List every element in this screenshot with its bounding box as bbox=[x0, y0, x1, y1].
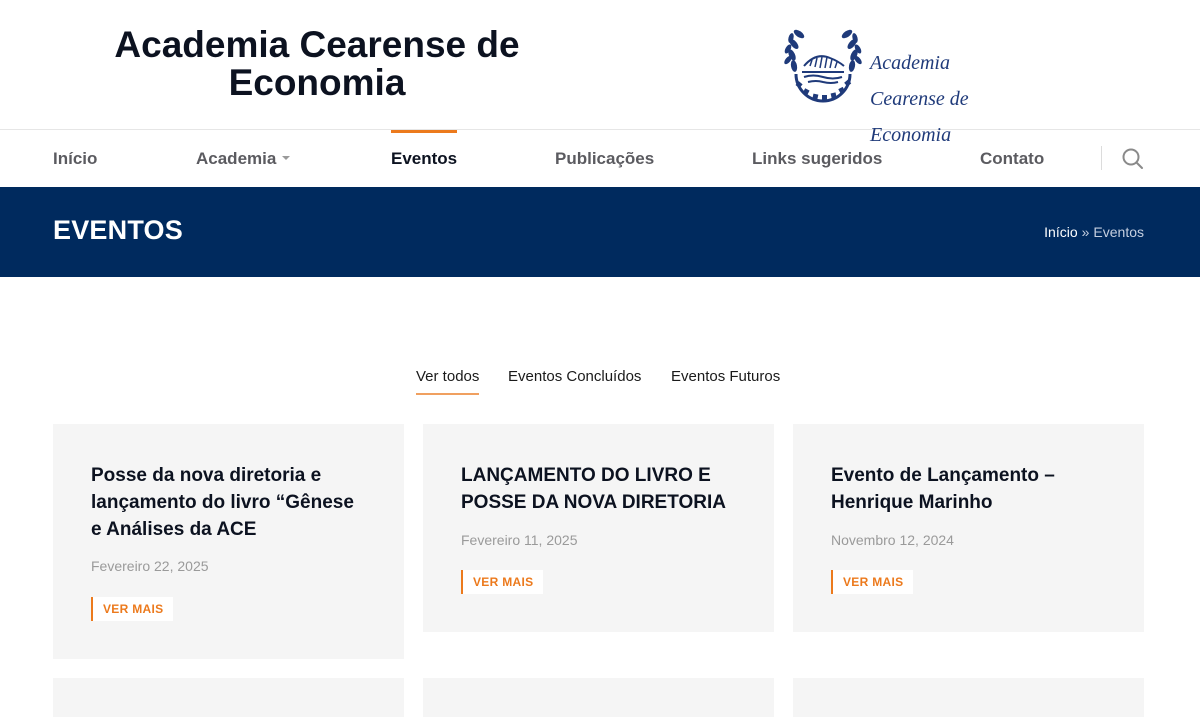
event-card[interactable]: Evento de Lançamento – Henrique Marinho … bbox=[793, 424, 1144, 632]
breadcrumb-home-link[interactable]: Início bbox=[1044, 224, 1077, 240]
event-date: Novembro 12, 2024 bbox=[831, 532, 954, 548]
event-filter-tabs: Ver todos Eventos Concluídos Eventos Fut… bbox=[0, 368, 1200, 398]
logo-text-line1: Academia bbox=[870, 52, 950, 74]
event-card[interactable]: LANÇAMENTO DO LIVRO E POSSE DA NOVA DIRE… bbox=[423, 424, 774, 632]
site-title[interactable]: Academia Cearense de Economia bbox=[80, 26, 554, 102]
nav-item-label: Contato bbox=[980, 149, 1045, 168]
logo-text-line2: Cearense de bbox=[870, 88, 969, 110]
nav-item-publicacoes[interactable]: Publicações bbox=[555, 130, 654, 187]
event-title[interactable]: LANÇAMENTO DO LIVRO E POSSE DA NOVA DIRE… bbox=[461, 462, 736, 516]
nav-item-label: Início bbox=[53, 149, 98, 168]
site-logo[interactable]: Academia Cearense de Economia bbox=[782, 22, 982, 145]
nav-item-inicio[interactable]: Início bbox=[53, 130, 97, 187]
search-icon bbox=[1122, 148, 1143, 169]
breadcrumb: Início» Eventos bbox=[1044, 224, 1144, 240]
event-card[interactable] bbox=[53, 678, 404, 717]
nav-item-links-sugeridos[interactable]: Links sugeridos bbox=[752, 130, 882, 187]
chevron-down-icon bbox=[282, 155, 291, 160]
nav-item-label: Links sugeridos bbox=[752, 149, 883, 168]
site-title-line1: Academia Cearense de bbox=[114, 24, 520, 65]
event-title[interactable]: Evento de Lançamento – Henrique Marinho bbox=[831, 462, 1106, 516]
main-nav: Início Academia Eventos Publicações Link… bbox=[0, 130, 1200, 187]
tab-eventos-concluidos[interactable]: Eventos Concluídos bbox=[508, 368, 641, 393]
event-title[interactable]: Posse da nova diretoria e lançamento do … bbox=[91, 462, 366, 543]
site-header: Academia Cearense de Economia Academia C… bbox=[0, 0, 1200, 145]
breadcrumb-current: Eventos bbox=[1093, 224, 1144, 240]
event-card[interactable]: Posse da nova diretoria e lançamento do … bbox=[53, 424, 404, 659]
nav-item-eventos[interactable]: Eventos bbox=[391, 130, 458, 187]
breadcrumb-separator: » bbox=[1081, 224, 1090, 240]
tab-eventos-futuros[interactable]: Eventos Futuros bbox=[671, 368, 780, 393]
nav-item-label: Eventos bbox=[391, 149, 458, 168]
tab-ver-todos[interactable]: Ver todos bbox=[416, 368, 480, 395]
page-title: EVENTOS bbox=[53, 215, 183, 245]
event-date: Fevereiro 11, 2025 bbox=[461, 532, 578, 548]
event-card[interactable] bbox=[793, 678, 1144, 717]
nav-item-label: Academia bbox=[196, 149, 277, 168]
laurel-gear-emblem-icon bbox=[784, 29, 862, 103]
nav-item-label: Publicações bbox=[555, 149, 655, 168]
ver-mais-button[interactable]: VER MAIS bbox=[461, 570, 544, 594]
ver-mais-button[interactable]: VER MAIS bbox=[831, 570, 914, 594]
nav-item-contato[interactable]: Contato bbox=[980, 130, 1044, 187]
search-button[interactable] bbox=[1120, 146, 1146, 172]
page-title-bar: EVENTOS Início» Eventos bbox=[0, 187, 1200, 277]
event-date: Fevereiro 22, 2025 bbox=[91, 558, 209, 574]
nav-divider bbox=[1101, 146, 1102, 170]
nav-item-academia[interactable]: Academia bbox=[196, 130, 291, 187]
event-card[interactable] bbox=[423, 678, 774, 717]
site-title-line2: Economia bbox=[228, 62, 406, 103]
ver-mais-button[interactable]: VER MAIS bbox=[91, 597, 174, 621]
